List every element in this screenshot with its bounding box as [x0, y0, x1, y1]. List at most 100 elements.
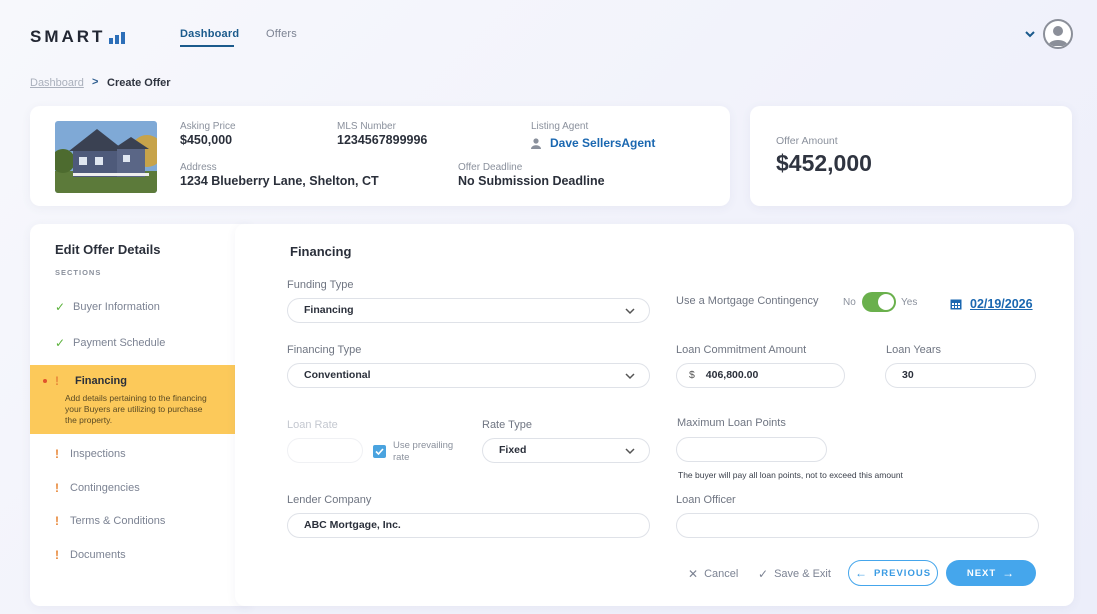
asking-price-value: $450,000 — [180, 133, 233, 147]
exclamation-icon: ! — [55, 374, 59, 388]
max-loan-points-input[interactable] — [676, 437, 827, 462]
contingency-date-link[interactable]: 02/19/2026 — [970, 297, 1033, 311]
offer-amount-label: Offer Amount — [776, 135, 838, 147]
sidebar-item-documents[interactable]: ! Documents — [55, 548, 126, 562]
chevron-down-icon — [625, 308, 635, 315]
property-photo — [55, 121, 157, 193]
tab-offers[interactable]: Offers — [266, 28, 297, 40]
funding-type-value: Financing — [304, 304, 354, 316]
max-loan-points-label: Maximum Loan Points — [677, 417, 786, 429]
listing-agent-link[interactable]: Dave SellersAgent — [550, 136, 655, 150]
sidebar-item-label: Buyer Information — [73, 301, 160, 313]
loan-officer-input[interactable] — [676, 513, 1039, 538]
toggle-yes-label: Yes — [901, 297, 918, 308]
chevron-down-icon[interactable] — [1024, 28, 1036, 40]
loan-points-note: The buyer will pay all loan points, not … — [678, 470, 903, 480]
sidebar-item-buyer-information[interactable]: ✓ Buyer Information — [55, 300, 160, 314]
sidebar-item-payment-schedule[interactable]: ✓ Payment Schedule — [55, 336, 165, 350]
sidebar-item-terms-conditions[interactable]: ! Terms & Conditions — [55, 514, 165, 528]
person-icon — [531, 138, 541, 149]
toggle-no-label: No — [843, 297, 856, 308]
asking-price-label: Asking Price — [180, 121, 236, 132]
close-icon: ✕ — [688, 567, 699, 581]
sidebar-item-label: Contingencies — [70, 482, 140, 494]
use-prevailing-rate-label: Use prevailing rate — [393, 440, 454, 463]
next-button[interactable]: NEXT → — [946, 560, 1036, 586]
loan-rate-input — [287, 438, 363, 463]
logo-bars-icon — [109, 32, 126, 44]
breadcrumb-dashboard-link[interactable]: Dashboard — [30, 77, 84, 89]
exclamation-icon: ! — [55, 548, 59, 562]
sidebar-item-label: Inspections — [70, 448, 126, 460]
address-label: Address — [180, 162, 217, 173]
rate-type-label: Rate Type — [482, 419, 532, 431]
loan-years-value: 30 — [902, 369, 914, 381]
financing-form-card — [235, 224, 1074, 606]
offer-deadline-label: Offer Deadline — [458, 162, 523, 173]
user-icon — [1048, 26, 1068, 46]
funding-type-select[interactable]: Financing — [287, 298, 650, 323]
sidebar-item-label: Documents — [70, 549, 126, 561]
cancel-button[interactable]: ✕ Cancel — [688, 567, 738, 581]
loan-commitment-label: Loan Commitment Amount — [676, 344, 807, 356]
mortgage-contingency-toggle[interactable] — [862, 292, 896, 312]
sidebar-item-label: Payment Schedule — [73, 337, 166, 349]
previous-button[interactable]: ← PREVIOUS — [848, 560, 938, 586]
chevron-down-icon — [625, 448, 635, 455]
exclamation-icon: ! — [55, 447, 59, 461]
sidebar-item-label: Terms & Conditions — [70, 515, 166, 527]
address-value: 1234 Blueberry Lane, Shelton, CT — [180, 174, 379, 188]
use-prevailing-rate-checkbox[interactable] — [373, 445, 386, 458]
mls-label: MLS Number — [337, 121, 396, 132]
financing-type-select[interactable]: Conventional — [287, 363, 650, 388]
lender-company-input[interactable]: ABC Mortgage, Inc. — [287, 513, 650, 538]
loan-commitment-input[interactable]: $ 406,800.00 — [676, 363, 845, 388]
arrow-right-icon: → — [1002, 566, 1016, 580]
tab-active-underline — [180, 45, 234, 47]
save-exit-label: Save & Exit — [774, 568, 831, 580]
app-logo[interactable]: SMART — [30, 27, 126, 47]
financing-type-value: Conventional — [304, 369, 371, 381]
chevron-down-icon — [625, 373, 635, 380]
offer-amount-value: $452,000 — [776, 150, 872, 176]
listing-agent-label: Listing Agent — [531, 121, 589, 132]
check-icon: ✓ — [758, 567, 769, 581]
arrow-left-icon: ← — [854, 566, 868, 580]
sidebar-title: Edit Offer Details — [55, 242, 161, 257]
loan-rate-label: Loan Rate — [287, 419, 338, 431]
cancel-label: Cancel — [704, 568, 739, 580]
offer-deadline-value: No Submission Deadline — [458, 174, 605, 188]
previous-label: PREVIOUS — [873, 567, 932, 579]
sidebar-item-description: Add details pertaining to the financing … — [65, 393, 207, 425]
mortgage-contingency-label: Use a Mortgage Contingency — [676, 295, 819, 307]
save-exit-button[interactable]: ✓ Save & Exit — [758, 567, 831, 581]
toggle-knob — [878, 294, 894, 310]
check-icon: ✓ — [55, 336, 66, 350]
user-avatar[interactable] — [1043, 19, 1073, 49]
sidebar-item-inspections[interactable]: ! Inspections — [55, 447, 126, 461]
exclamation-icon: ! — [55, 514, 59, 528]
logo-text: SMART — [30, 27, 106, 46]
exclamation-icon: ! — [55, 481, 59, 495]
breadcrumb-current: Create Offer — [107, 77, 171, 89]
check-icon: ✓ — [55, 300, 66, 314]
loan-years-input[interactable]: 30 — [885, 363, 1036, 388]
breadcrumb-separator: > — [92, 76, 99, 88]
tab-dashboard[interactable]: Dashboard — [180, 28, 239, 40]
lender-company-label: Lender Company — [287, 494, 372, 506]
sidebar-sections-label: SECTIONS — [55, 268, 102, 277]
check-icon — [375, 448, 384, 456]
loan-years-label: Loan Years — [886, 344, 942, 356]
loan-officer-label: Loan Officer — [676, 494, 736, 506]
calendar-icon[interactable] — [950, 298, 962, 310]
financing-type-label: Financing Type — [287, 344, 362, 356]
currency-symbol: $ — [689, 369, 695, 381]
loan-commitment-value: 406,800.00 — [705, 369, 759, 381]
funding-type-label: Funding Type — [287, 279, 354, 291]
next-label: NEXT — [966, 567, 997, 579]
rate-type-select[interactable]: Fixed — [482, 438, 650, 463]
section-title: Financing — [290, 244, 352, 259]
lender-company-value: ABC Mortgage, Inc. — [304, 519, 401, 531]
sidebar-item-contingencies[interactable]: ! Contingencies — [55, 481, 140, 495]
sidebar-item-label: Financing — [75, 375, 127, 387]
